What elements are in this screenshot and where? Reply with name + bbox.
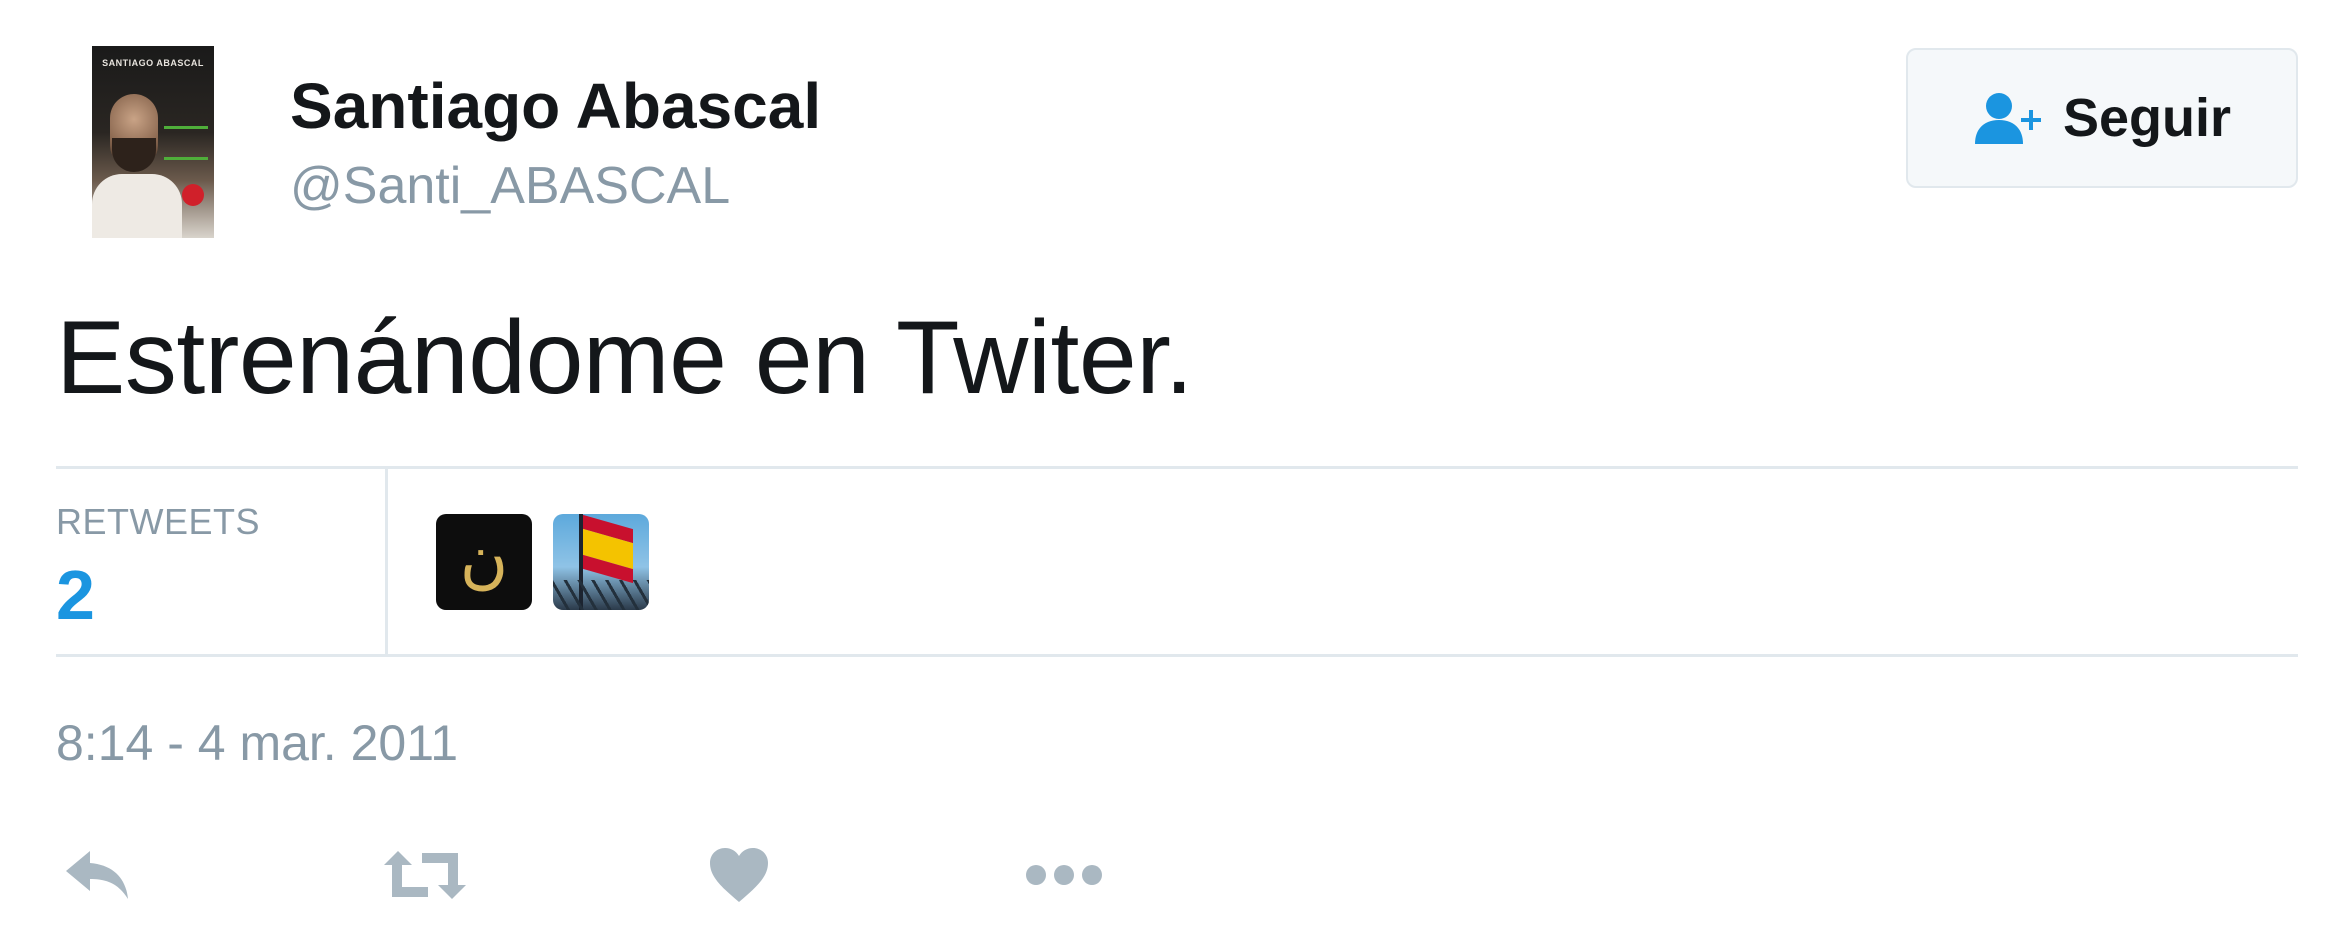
heart-icon: [708, 846, 770, 904]
reply-icon: [62, 847, 132, 903]
retweet-icon: [384, 847, 466, 903]
stats-divider-top: [56, 466, 2298, 469]
user-avatar[interactable]: SANTIAGO ABASCAL: [92, 46, 214, 238]
avatar-beard: [112, 138, 156, 172]
like-button[interactable]: [708, 842, 770, 908]
retweets-label[interactable]: RETWEETS: [56, 504, 260, 540]
nun-symbol-icon: ن: [459, 520, 509, 597]
follow-label: Seguir: [2062, 88, 2232, 148]
reply-button[interactable]: [62, 842, 132, 908]
retweets-count[interactable]: 2: [56, 560, 95, 630]
more-button[interactable]: [1024, 842, 1104, 908]
retweet-button[interactable]: [384, 842, 466, 908]
stats-separator: [385, 469, 388, 654]
tweet-text: Estrenándome en Twiter.: [56, 300, 1194, 416]
avatar-green-title: [164, 126, 208, 160]
tweet-timestamp[interactable]: 8:14 - 4 mar. 2011: [56, 718, 458, 768]
more-icon: [1024, 863, 1104, 887]
stats-divider-bottom: [56, 654, 2298, 657]
user-name[interactable]: Santiago Abascal: [290, 74, 821, 138]
user-add-icon: [1973, 90, 2049, 146]
retweeter-avatar-spanish-flag[interactable]: [553, 514, 649, 610]
avatar-shirt: [92, 174, 182, 238]
user-handle[interactable]: @Santi_ABASCAL: [290, 160, 730, 212]
follow-button[interactable]: Seguir: [1906, 48, 2298, 188]
avatar-red-badge: [182, 184, 204, 206]
retweeter-avatar-nun-symbol[interactable]: ن: [436, 514, 532, 610]
avatar-book-title: SANTIAGO ABASCAL: [102, 58, 204, 68]
ship-rigging: [553, 580, 649, 610]
tweet-card: SANTIAGO ABASCAL Santiago Abascal @Santi…: [0, 0, 2346, 940]
